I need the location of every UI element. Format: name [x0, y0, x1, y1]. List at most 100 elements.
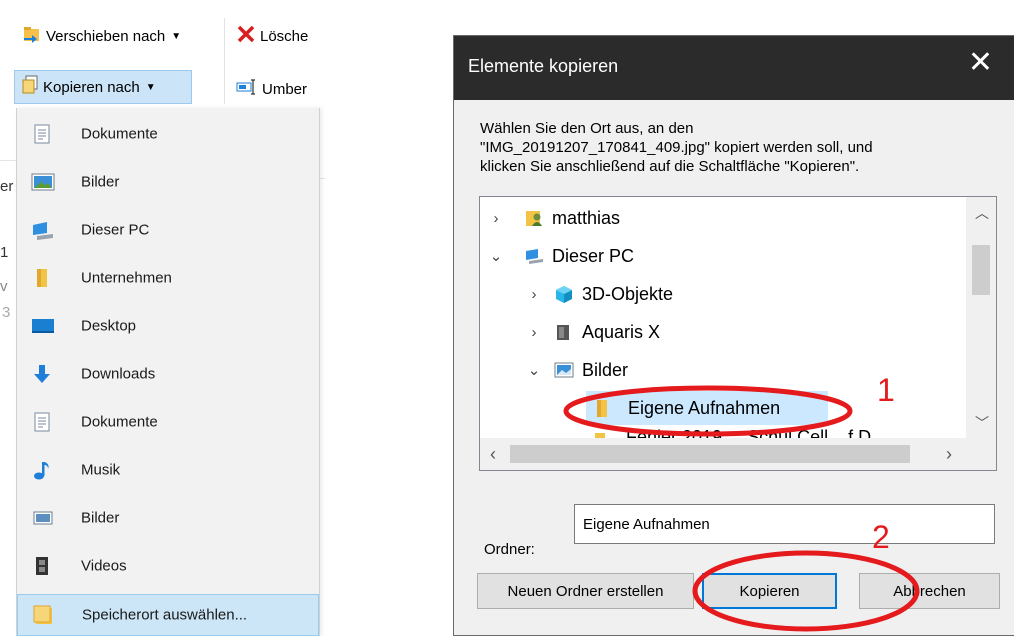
tree-item-dieser-pc[interactable]: ⌄ Dieser PC	[480, 239, 968, 273]
scrollbar-corner	[966, 438, 996, 470]
rename-icon	[236, 78, 258, 100]
dropdown-item-desktop[interactable]: Desktop	[17, 302, 319, 350]
tree-item-label: matthias	[552, 207, 621, 228]
download-icon	[31, 363, 53, 385]
dropdown-item-dokumente[interactable]: Dokumente	[17, 110, 319, 158]
pictures-icon	[554, 360, 574, 380]
dropdown-item-label: Downloads	[81, 365, 156, 383]
instruction-line: klicken Sie anschließend auf die Schaltf…	[480, 158, 860, 175]
chevron-down-icon: ▼	[145, 81, 156, 93]
delete-label: Lösche	[260, 27, 309, 45]
chevron-down-icon: ▼	[171, 30, 182, 42]
tree-item-matthias[interactable]: › matthias	[480, 201, 968, 235]
background-divider	[0, 160, 16, 161]
dropdown-item-bilder-2[interactable]: Bilder	[17, 494, 319, 542]
dropdown-item-label: Unternehmen	[81, 269, 172, 287]
dropdown-item-choose-location[interactable]: Speicherort auswählen...	[17, 594, 319, 636]
document-icon	[31, 123, 53, 145]
folder-label: Ordner:	[484, 541, 535, 558]
copy-to-dropdown: Dokumente Bilder Dieser PC Unternehmen D…	[16, 108, 320, 636]
tree-item-label: Eigene Aufnahmen	[628, 397, 781, 418]
user-folder-icon	[524, 208, 544, 228]
dialog-instruction: Wählen Sie den Ort aus, an den "IMG_2019…	[480, 119, 1010, 176]
folder-icon	[592, 398, 612, 418]
annotation-marker-2: 2	[872, 519, 890, 555]
dropdown-item-label: Desktop	[81, 317, 137, 335]
move-to-label: Verschieben nach	[46, 27, 166, 45]
dropdown-item-label: Dokumente	[81, 125, 158, 143]
cube-icon	[554, 284, 574, 304]
tree-item-label: 3D-Objekte	[582, 283, 674, 304]
chevron-right-icon[interactable]: ›	[526, 286, 542, 303]
dropdown-item-videos[interactable]: Videos	[17, 542, 319, 590]
tree-item-eigene-aufnahmen[interactable]: Eigene Aufnahmen	[586, 391, 828, 425]
copy-button[interactable]: Kopieren	[702, 573, 837, 609]
music-icon	[31, 459, 53, 481]
dropdown-item-label: Bilder	[81, 509, 120, 527]
chevron-right-icon[interactable]: ›	[526, 324, 542, 341]
dropdown-item-musik[interactable]: Musik	[17, 446, 319, 494]
instruction-line: Wählen Sie den Ort aus, an den	[480, 120, 694, 137]
close-icon[interactable]: ✕	[968, 48, 993, 78]
background-text: 1	[0, 244, 9, 261]
dropdown-item-label: Speicherort auswählen...	[82, 606, 248, 624]
ribbon-separator	[224, 18, 225, 104]
pictures-icon	[31, 171, 55, 193]
delete-x-icon	[236, 24, 256, 48]
rename-button[interactable]: Umber	[236, 78, 307, 100]
folder-name-input[interactable]	[574, 504, 995, 544]
dropdown-item-dokumente-2[interactable]: Dokumente	[17, 398, 319, 446]
background-text: v	[0, 278, 8, 295]
rename-label: Umber	[262, 80, 308, 98]
folder-icon	[31, 267, 53, 289]
document-icon	[31, 411, 53, 433]
dropdown-item-label: Bilder	[81, 173, 120, 191]
tree-item-aquaris-x[interactable]: › Aquaris X	[480, 315, 968, 349]
scrollbar-thumb[interactable]	[510, 445, 910, 463]
folder-icon	[32, 604, 54, 626]
scroll-left-icon[interactable]: ‹	[490, 444, 496, 465]
scroll-up-icon[interactable]: ︿	[975, 203, 989, 223]
background-text: 3	[2, 304, 11, 321]
copy-icon	[21, 75, 39, 99]
delete-button[interactable]: Lösche	[236, 24, 308, 48]
scroll-right-icon[interactable]: ›	[946, 444, 952, 465]
instruction-line: "IMG_20191207_170841_409.jpg" kopiert we…	[480, 139, 873, 156]
video-icon	[31, 555, 53, 577]
computer-icon	[524, 246, 544, 266]
pictures-icon	[31, 507, 53, 529]
computer-icon	[31, 219, 53, 241]
tree-item-3d-objekte[interactable]: › 3D-Objekte	[480, 277, 968, 311]
chevron-down-icon[interactable]: ⌄	[488, 247, 504, 265]
phone-icon	[554, 322, 574, 342]
dropdown-item-label: Dokumente	[81, 413, 158, 431]
dropdown-item-unternehmen[interactable]: Unternehmen	[17, 254, 319, 302]
folder-tree[interactable]: › matthias ⌄ Dieser PC › 3D-Objekte › Aq…	[479, 196, 997, 471]
tree-item-label: Bilder	[582, 359, 629, 380]
chevron-right-icon[interactable]: ›	[488, 210, 504, 227]
new-folder-button[interactable]: Neuen Ordner erstellen	[477, 573, 694, 609]
dialog-title: Elemente kopieren	[468, 56, 619, 76]
annotation-marker-1: 1	[877, 372, 895, 408]
dropdown-item-dieser-pc[interactable]: Dieser PC	[17, 206, 319, 254]
dialog-titlebar: Elemente kopieren ✕	[454, 36, 1014, 100]
cancel-button[interactable]: Abbrechen	[859, 573, 1000, 609]
scrollbar-thumb[interactable]	[972, 245, 990, 295]
desktop-icon	[31, 315, 54, 337]
dropdown-item-label: Dieser PC	[81, 221, 150, 239]
dropdown-item-bilder[interactable]: Bilder	[17, 158, 319, 206]
chevron-down-icon[interactable]: ⌄	[526, 361, 542, 379]
move-to-button[interactable]: Verschieben nach ▼	[22, 24, 181, 48]
dropdown-item-downloads[interactable]: Downloads	[17, 350, 319, 398]
tree-item-label: Aquaris X	[582, 321, 661, 342]
dropdown-item-label: Musik	[81, 461, 121, 479]
background-text: er	[0, 178, 14, 195]
move-folder-icon	[22, 24, 42, 48]
tree-item-bilder[interactable]: ⌄ Bilder	[480, 353, 968, 387]
copy-items-dialog: Elemente kopieren ✕ Wählen Sie den Ort a…	[453, 35, 1014, 636]
scroll-down-icon[interactable]: ﹀	[975, 413, 989, 433]
vertical-scrollbar[interactable]: ︿ ﹀	[966, 197, 996, 439]
dropdown-item-label: Videos	[81, 557, 127, 575]
horizontal-scrollbar[interactable]: ‹ ›	[480, 438, 968, 470]
copy-to-button[interactable]: Kopieren nach ▼	[14, 70, 192, 104]
